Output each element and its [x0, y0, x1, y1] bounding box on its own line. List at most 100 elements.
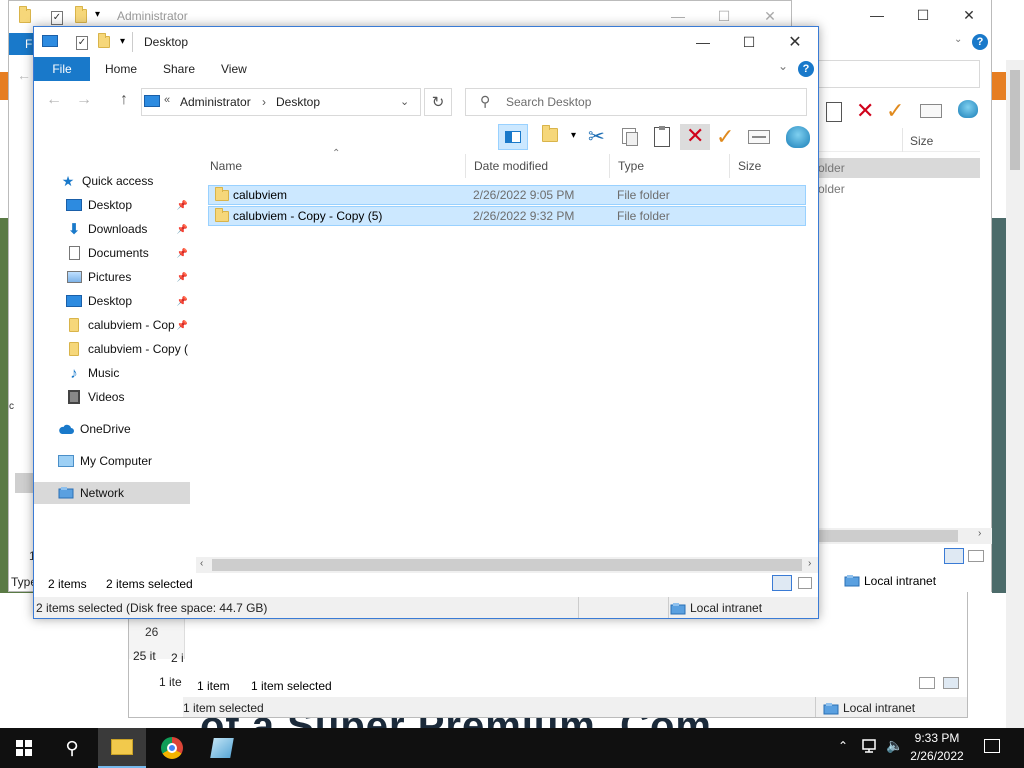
show-hidden-icons[interactable]: ⌃: [838, 739, 848, 753]
help-icon[interactable]: ?: [798, 61, 814, 77]
column-header-date[interactable]: Date modified: [466, 154, 610, 178]
up-arrow-icon[interactable]: ↑: [120, 91, 128, 109]
file-row[interactable]: calubviem - Copy - Copy (5) 2/26/2022 9:…: [208, 206, 806, 226]
taskbar-time[interactable]: 9:33 PM: [904, 731, 970, 745]
nav-documents[interactable]: Documents 📌: [66, 242, 190, 264]
properties-icon[interactable]: ✓: [76, 34, 88, 50]
nav-videos[interactable]: Videos: [66, 386, 190, 408]
tiles-view-icon[interactable]: [798, 577, 812, 589]
horizontal-scrollbar-thumb[interactable]: [212, 559, 802, 571]
back1-properties-icon[interactable]: ✓: [51, 9, 63, 25]
pin-icon[interactable]: 📌: [177, 224, 188, 235]
back1-qat-dropdown-icon[interactable]: ▾: [95, 9, 100, 20]
back1r-close-button[interactable]: ✕: [946, 0, 992, 30]
address-bar[interactable]: « Administrator › Desktop ⌄: [141, 88, 421, 116]
back1r-maximize-button[interactable]: ☐: [900, 0, 946, 30]
back1r-shell-icon[interactable]: [958, 100, 978, 121]
column-header-name[interactable]: Name: [202, 154, 466, 178]
back2-details-view-icon[interactable]: [919, 677, 935, 689]
horizontal-scrollbar[interactable]: ‹ ›: [196, 557, 818, 573]
forward-arrow-icon[interactable]: →: [76, 91, 92, 109]
cut-icon[interactable]: ✂: [588, 124, 605, 149]
back1-newfolder-icon[interactable]: [75, 6, 87, 26]
nav-pictures[interactable]: Pictures 📌: [66, 266, 190, 288]
background-scrollbar-thumb[interactable]: [1010, 70, 1020, 170]
search-box[interactable]: ⚲ Search Desktop: [465, 88, 807, 116]
chrome-taskbar-button[interactable]: [148, 728, 196, 768]
volume-icon[interactable]: 🔈: [886, 737, 903, 754]
refresh-button[interactable]: ↻: [424, 88, 452, 116]
back1r-hscroll[interactable]: ›: [818, 528, 992, 544]
scroll-left-icon[interactable]: ‹: [200, 558, 203, 569]
column-header-size[interactable]: Size: [730, 154, 810, 178]
address-dropdown-icon[interactable]: ⌄: [400, 95, 409, 108]
scroll-right-icon[interactable]: ›: [808, 558, 811, 569]
back1r-minimize-button[interactable]: —: [854, 0, 900, 30]
pin-icon[interactable]: 📌: [177, 296, 188, 307]
preview-pane-button[interactable]: [498, 124, 528, 150]
back1r-search-box[interactable]: [818, 60, 980, 88]
back1r-delete-icon[interactable]: ✕: [856, 100, 874, 122]
explorer-window-desktop[interactable]: ✓ ▾ Desktop — ☐ ✕ File Home Share View ⌄…: [33, 26, 819, 619]
taskbar-date[interactable]: 2/26/2022: [904, 749, 970, 763]
nav-downloads[interactable]: ⬇ Downloads 📌: [66, 218, 190, 240]
tab-file[interactable]: File: [34, 57, 90, 81]
qat-dropdown-icon[interactable]: ▾: [120, 36, 125, 47]
tab-share[interactable]: Share: [154, 57, 204, 81]
shell-icon[interactable]: [786, 126, 810, 151]
nav-desktop[interactable]: Desktop 📌: [66, 194, 190, 216]
ribbon-expand-icon[interactable]: ⌄: [778, 59, 788, 73]
back1-back-arrow-icon[interactable]: ←: [17, 67, 31, 83]
back1r-rename-icon[interactable]: [920, 104, 942, 118]
back1r-tiles-view-icon[interactable]: [968, 550, 984, 562]
new-folder-icon[interactable]: [98, 33, 110, 51]
back1r-check-icon[interactable]: ✓: [886, 100, 904, 122]
copy-icon[interactable]: [622, 128, 638, 146]
search-taskbar-button[interactable]: ⚲: [48, 728, 96, 768]
nav-desktop-2[interactable]: Desktop 📌: [66, 290, 190, 312]
properties-dropdown-icon[interactable]: ▾: [571, 130, 576, 141]
pin-icon[interactable]: 📌: [177, 200, 188, 211]
details-view-icon[interactable]: [772, 575, 792, 591]
nav-network[interactable]: Network: [34, 482, 190, 504]
nav-my-computer[interactable]: My Computer: [58, 450, 214, 472]
nav-music[interactable]: ♪ Music: [66, 362, 190, 384]
back1r-hscroll-thumb[interactable]: [818, 530, 958, 542]
tab-home[interactable]: Home: [96, 57, 146, 81]
close-button[interactable]: ✕: [772, 27, 818, 57]
back-arrow-icon[interactable]: ←: [46, 91, 62, 109]
back1r-details-view-icon[interactable]: [944, 548, 964, 564]
rename-icon[interactable]: [748, 130, 770, 144]
nav-quick-access[interactable]: ★ Quick access: [60, 170, 216, 192]
minimize-button[interactable]: —: [680, 27, 726, 57]
check-icon[interactable]: ✓: [716, 126, 734, 148]
tab-view[interactable]: View: [212, 57, 256, 81]
back1r-scroll-right-icon[interactable]: ›: [978, 528, 981, 539]
app-taskbar-button[interactable]: [198, 728, 246, 768]
back1r-paste-icon[interactable]: [826, 102, 842, 122]
back1r-row-1[interactable]: older: [818, 158, 980, 178]
breadcrumb-chevrons[interactable]: «: [164, 94, 170, 106]
nav-calubviem-copy[interactable]: calubviem - Cop 📌: [66, 314, 190, 336]
pin-icon[interactable]: 📌: [177, 272, 188, 283]
delete-button[interactable]: ✕: [680, 124, 710, 150]
pin-icon[interactable]: 📌: [177, 320, 188, 331]
back2-tiles-view-icon[interactable]: [943, 677, 959, 689]
properties-folder-icon[interactable]: [542, 125, 558, 145]
paste-icon[interactable]: [654, 126, 670, 147]
file-row[interactable]: calubviem 2/26/2022 9:05 PM File folder: [208, 185, 806, 205]
back1r-ribbon-expand-icon[interactable]: ⌄: [954, 34, 962, 45]
network-tray-icon[interactable]: [862, 738, 880, 754]
column-header-type[interactable]: Type: [610, 154, 730, 178]
breadcrumb-separator[interactable]: ›: [262, 95, 266, 109]
maximize-button[interactable]: ☐: [726, 27, 772, 57]
notification-icon[interactable]: [984, 739, 1000, 753]
pin-icon[interactable]: 📌: [177, 248, 188, 259]
breadcrumb-administrator[interactable]: Administrator: [180, 95, 251, 109]
nav-calubviem-copy-2[interactable]: calubviem - Copy (: [66, 338, 190, 360]
nav-onedrive[interactable]: OneDrive: [58, 418, 214, 440]
file-explorer-taskbar-button[interactable]: [98, 728, 146, 768]
breadcrumb-desktop[interactable]: Desktop: [276, 95, 320, 109]
start-button[interactable]: [0, 728, 48, 768]
back1r-help-icon[interactable]: ?: [972, 34, 988, 50]
